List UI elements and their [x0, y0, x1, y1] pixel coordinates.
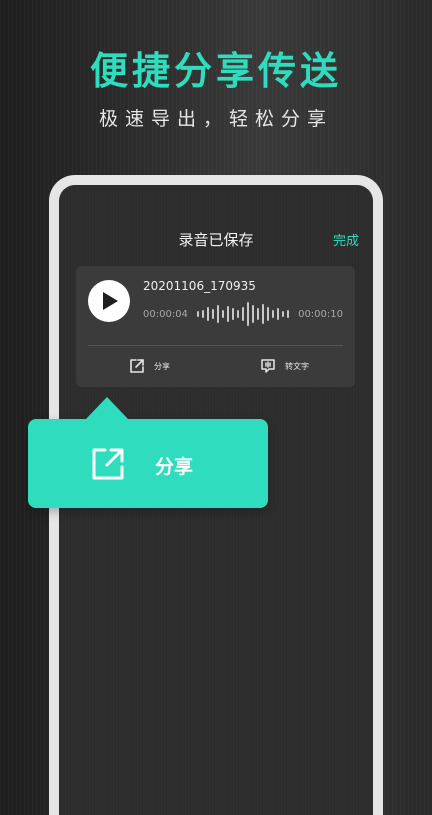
promo-headline: 便捷分享传送 [89, 49, 342, 93]
share-action-button[interactable]: 分享 [129, 358, 170, 374]
callout-label: 分享 [155, 456, 194, 478]
to-text-action-button[interactable]: 转文字 [260, 358, 309, 374]
done-button[interactable]: 完成 [333, 230, 359, 249]
play-button[interactable] [88, 280, 130, 322]
total-time: 00:00:10 [298, 309, 343, 320]
waveform-icon [197, 302, 289, 326]
recording-card: 20201106_170935 00:00:04 00:00:10 分享 转文字 [76, 266, 355, 387]
to-text-action-label: 转文字 [285, 361, 309, 371]
current-time: 00:00:04 [143, 309, 188, 320]
share-icon [130, 359, 144, 373]
share-callout[interactable]: 分享 [28, 397, 268, 508]
share-icon [92, 448, 124, 480]
promo-subline: 极速导出，轻松分享 [98, 108, 333, 130]
share-action-label: 分享 [154, 361, 170, 371]
card-divider [88, 345, 343, 346]
play-icon [103, 292, 118, 310]
callout-pointer [85, 397, 129, 420]
recording-file-name: 20201106_170935 [143, 279, 256, 293]
speech-to-text-icon [261, 359, 275, 373]
page-title: 录音已保存 [178, 231, 254, 249]
